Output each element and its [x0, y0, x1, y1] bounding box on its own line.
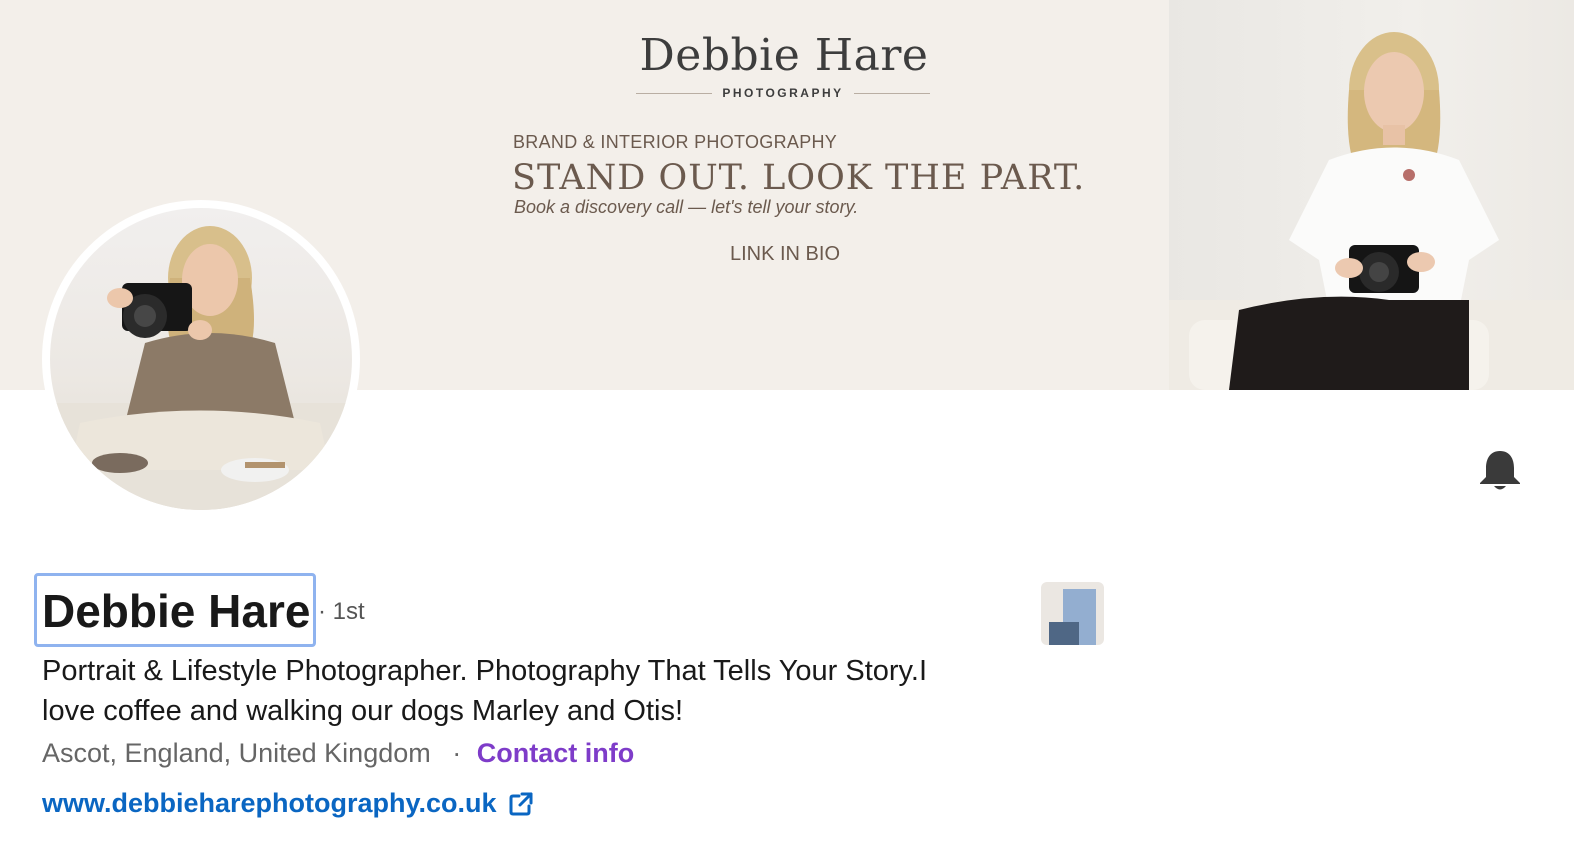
- bell-icon-svg: [1480, 451, 1520, 490]
- profile-headline: Portrait & Lifestyle Photographer. Photo…: [42, 655, 928, 727]
- avatar-illustration: [50, 226, 352, 510]
- separator-dot: ·: [452, 738, 462, 768]
- company-logo-icon[interactable]: [1041, 582, 1104, 645]
- location-row: Ascot, England, United Kingdom · Contact…: [42, 738, 634, 769]
- location-text: Ascot, England, United Kingdom: [42, 738, 431, 768]
- company-logo-svg: [1049, 589, 1096, 645]
- banner-kicker: BRAND & INTERIOR PHOTOGRAPHY: [513, 132, 838, 152]
- banner-brand-sub: PHOTOGRAPHY: [722, 86, 844, 100]
- external-link-icon[interactable]: [507, 790, 535, 818]
- banner-headline: STAND OUT. LOOK THE PART.: [512, 158, 1086, 198]
- banner-photo: [1169, 0, 1574, 390]
- banner-link-text: LINK IN BIO: [729, 243, 841, 265]
- bell-icon[interactable]: [1476, 446, 1524, 494]
- banner-tagline: Book a discovery call — let's tell your …: [514, 197, 859, 217]
- website-row: www.debbieharephotography.co.uk: [42, 788, 535, 819]
- avatar[interactable]: [50, 208, 352, 510]
- website-link[interactable]: www.debbieharephotography.co.uk: [42, 788, 497, 819]
- contact-info-link[interactable]: Contact info: [477, 738, 634, 768]
- profile-name: Debbie Hare: [42, 585, 311, 637]
- divider: [636, 92, 713, 94]
- divider: [853, 92, 931, 94]
- connection-degree: · 1st: [318, 598, 365, 625]
- banner-photo-illustration: [1169, 32, 1574, 390]
- banner-brand-sub-row: PHOTOGRAPHY: [636, 84, 931, 102]
- banner-brand-name: Debbie Hare: [639, 30, 929, 81]
